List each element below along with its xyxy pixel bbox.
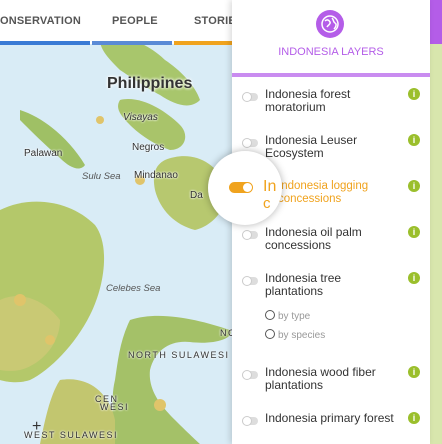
crosshair-icon: + [32,418,42,435]
map-label-da: Da [190,190,203,201]
tab-underline-people [92,41,172,45]
map-label-west-fragment: WESI [100,402,130,412]
info-icon[interactable]: i [408,226,420,238]
globe-icon [316,10,344,38]
layer-label: Indonesia forest moratorium [265,87,351,114]
panel-header: INDONESIA LAYERS [232,0,430,77]
tab-underline-stories [174,41,232,45]
top-nav: ONSERVATION PEOPLE STORIE [0,0,236,45]
toggle-primary-forest[interactable] [242,416,258,426]
toggle-wood-fiber[interactable] [242,370,258,380]
layer-row-tree-plantations[interactable]: Indonesia tree plantations i by type by … [232,272,430,342]
toggle-oil-palm[interactable] [242,230,258,240]
toggle-leuser[interactable] [242,138,258,148]
spotlight-text-2: c [263,195,271,212]
info-icon[interactable]: i [408,134,420,146]
tab-stories[interactable]: STORIE [194,15,236,27]
info-icon[interactable]: i [408,366,420,378]
layer-row-primary-forest[interactable]: Indonesia primary forest i [232,412,430,442]
layer-label: Indonesia wood fiber plantations [265,365,376,392]
layer-row-forest-moratorium[interactable]: Indonesia forest moratorium i [232,88,430,118]
option-label: by species [278,330,326,341]
toggle-forest-moratorium[interactable] [242,92,258,102]
map-label-philippines: Philippines [107,75,193,92]
layers-panel: INDONESIA LAYERS Indonesia forest morato… [232,0,430,444]
panel-title: INDONESIA LAYERS [278,46,384,58]
map-label-visayas: Visayas [123,112,158,123]
tab-underline-conservation [0,41,90,45]
option-label: by type [278,311,311,322]
layer-row-wood-fiber[interactable]: Indonesia wood fiber plantations i [232,366,430,396]
map-label-mindanao: Mindanao [134,170,178,181]
option-by-species[interactable]: by species [265,329,325,341]
tab-conservation[interactable]: ONSERVATION [0,15,81,27]
info-icon[interactable]: i [408,88,420,100]
layer-label: Indonesia logging concessions [278,180,369,205]
info-icon[interactable]: i [408,180,420,192]
spotlight-text: In [263,178,277,195]
panel-title-underline [232,73,430,77]
map-label-sulu-sea: Sulu Sea [82,171,121,182]
map-label-negros: Negros [132,142,165,153]
map-label-palawan: Palawan [24,148,63,159]
radio-icon [265,310,275,320]
panel-edge-accent [430,0,442,44]
option-by-type[interactable]: by type [265,310,310,322]
info-icon[interactable]: i [408,412,420,424]
tab-people[interactable]: PEOPLE [112,15,158,27]
toggle-tree-plantations[interactable] [242,276,258,286]
layer-label: Indonesia Leuser Ecosystem [265,133,358,160]
toggle-logging-active[interactable] [229,182,253,193]
scrollbar-track[interactable] [430,44,442,444]
map-label-celebes-sea: Celebes Sea [106,283,161,294]
layer-label: Indonesia primary forest [265,411,394,425]
info-icon[interactable]: i [408,272,420,284]
map-label-north-sulawesi: NORTH SULAWESI [128,350,230,360]
layer-label: Indonesia tree plantations [265,271,342,298]
onboarding-spotlight[interactable]: In c [208,151,282,225]
layer-label: Indonesia oil palm concessions [265,225,362,252]
radio-icon [265,329,275,339]
layer-row-oil-palm[interactable]: Indonesia oil palm concessions i [232,226,430,256]
